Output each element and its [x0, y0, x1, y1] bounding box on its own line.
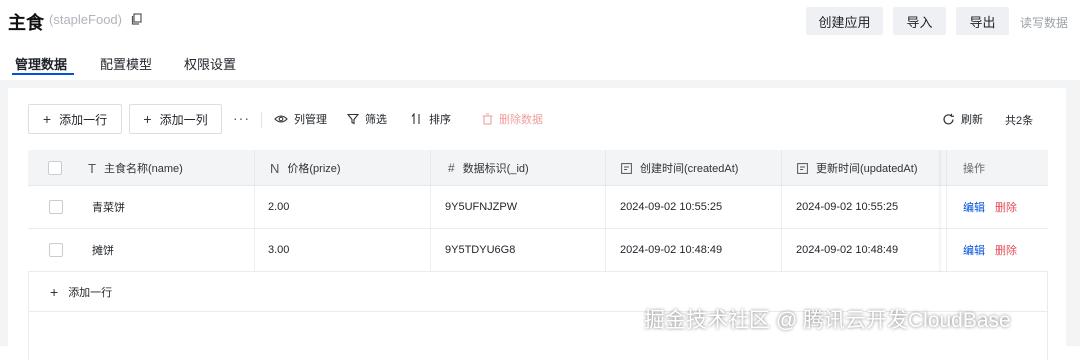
filter-icon — [347, 113, 359, 125]
column-header-label: 价格(prize) — [287, 163, 341, 175]
add-row-footer-label: 添加一行 — [68, 286, 113, 299]
row-actions: 编辑 删除 — [963, 229, 1017, 271]
column-header-actions: 操作 — [963, 150, 985, 186]
plus-icon: + — [42, 111, 52, 127]
collection-id: (stapleFood) — [49, 12, 122, 27]
column-header-created[interactable]: 创建时间(createdAt) — [621, 150, 738, 186]
refresh-label: 刷新 — [961, 114, 983, 126]
copy-icon[interactable] — [131, 13, 143, 25]
calendar-icon — [797, 162, 808, 174]
more-options-icon[interactable]: ··· — [233, 110, 250, 126]
number-type-icon: N — [270, 160, 280, 176]
add-column-label: 添加一列 — [159, 112, 208, 127]
export-button[interactable]: 导出 — [956, 7, 1009, 35]
edit-link[interactable]: 编辑 — [963, 242, 985, 258]
cell-divider — [430, 186, 431, 228]
cell-name[interactable]: 摊饼 — [92, 229, 114, 271]
column-header-label: 操作 — [963, 163, 985, 175]
column-header-id[interactable]: # 数据标识(_id) — [448, 150, 529, 186]
column-header-label: 更新时间(updatedAt) — [816, 163, 918, 175]
create-app-button[interactable]: 创建应用 — [806, 7, 883, 35]
delete-data-label: 删除数据 — [499, 114, 543, 126]
column-divider — [605, 150, 606, 186]
column-header-label: 创建时间(createdAt) — [640, 163, 739, 175]
sort-icon — [411, 113, 420, 124]
eye-icon — [274, 115, 288, 123]
delete-link[interactable]: 删除 — [995, 242, 1017, 258]
cell-created[interactable]: 2024-09-02 10:55:25 — [620, 186, 722, 228]
page-header: 主食 (stapleFood) 创建应用 导入 导出 读写数据 — [0, 0, 1080, 44]
column-divider — [781, 150, 782, 186]
cell-divider — [605, 186, 606, 228]
delete-data-button[interactable]: 删除数据 — [482, 111, 543, 127]
table-row[interactable]: 青菜饼 2.00 9Y5UFNJZPW 2024-09-02 10:55:25 … — [28, 186, 1048, 229]
active-tab-indicator — [12, 73, 74, 75]
permission-label: 读写数据 — [1020, 16, 1069, 30]
hash-icon: # — [448, 161, 455, 175]
edit-link[interactable]: 编辑 — [963, 199, 985, 215]
toolbar-divider — [261, 112, 262, 128]
column-manage-label: 列管理 — [294, 114, 327, 126]
table-row[interactable]: 摊饼 3.00 9Y5TDYU6G8 2024-09-02 10:48:49 2… — [28, 229, 1048, 272]
page-title: 主食 — [8, 13, 44, 33]
tab-manage-data[interactable]: 管理数据 — [15, 54, 67, 73]
row-checkbox[interactable] — [49, 243, 63, 257]
tab-bar: 管理数据 配置模型 权限设置 — [0, 52, 1080, 76]
select-all-cell — [48, 150, 62, 186]
cell-updated[interactable]: 2024-09-02 10:48:49 — [796, 229, 898, 271]
cell-divider — [254, 229, 255, 271]
select-all-checkbox[interactable] — [48, 161, 62, 175]
column-header-updated[interactable]: 更新时间(updatedAt) — [797, 150, 917, 186]
filter-button[interactable]: 筛选 — [347, 111, 387, 127]
tab-config-model[interactable]: 配置模型 — [100, 54, 152, 73]
cell-divider — [781, 186, 782, 228]
cell-divider — [254, 186, 255, 228]
table-toolbar: + 添加一行 + 添加一列 ··· 列管理 筛选 排序 删除数据 刷新 共2条 — [8, 104, 1066, 136]
record-count: 共2条 — [1005, 115, 1034, 127]
delete-link[interactable]: 删除 — [995, 199, 1017, 215]
row-checkbox[interactable] — [49, 200, 63, 214]
cell-divider — [605, 229, 606, 271]
row-select-cell — [49, 229, 63, 271]
text-type-icon: T — [88, 160, 96, 176]
column-header-label: 数据标识(_id) — [462, 163, 529, 175]
watermark-text: 掘金技术社区 @ 腾讯云开发CloudBase — [644, 309, 1011, 332]
sort-button[interactable]: 排序 — [411, 111, 451, 127]
cell-divider — [946, 229, 947, 271]
refresh-button[interactable]: 刷新 — [942, 111, 983, 127]
cell-divider — [946, 186, 947, 228]
cell-prize[interactable]: 2.00 — [268, 186, 289, 228]
column-header-prize[interactable]: N 价格(prize) — [270, 150, 341, 186]
cell-divider — [430, 229, 431, 271]
cell-created[interactable]: 2024-09-02 10:48:49 — [620, 229, 722, 271]
cell-prize[interactable]: 3.00 — [268, 229, 289, 271]
refresh-icon — [943, 113, 954, 124]
add-row-label: 添加一行 — [59, 112, 108, 127]
calendar-icon — [621, 162, 632, 174]
column-header-name[interactable]: T 主食名称(name) — [88, 150, 183, 186]
column-header-label: 主食名称(name) — [103, 163, 183, 175]
cell-id[interactable]: 9Y5TDYU6G8 — [445, 229, 515, 271]
column-divider — [254, 150, 255, 186]
add-column-button[interactable]: + 添加一列 — [129, 104, 222, 134]
column-manage-button[interactable]: 列管理 — [274, 111, 327, 127]
filter-label: 筛选 — [365, 114, 387, 126]
tab-permission-settings[interactable]: 权限设置 — [184, 54, 236, 73]
import-button[interactable]: 导入 — [893, 7, 946, 35]
trash-icon — [482, 113, 493, 125]
cell-updated[interactable]: 2024-09-02 10:55:25 — [796, 186, 898, 228]
column-divider — [430, 150, 431, 186]
sort-label: 排序 — [429, 114, 451, 126]
fixed-column-shadow — [939, 150, 942, 272]
row-actions: 编辑 删除 — [963, 186, 1017, 228]
cell-divider — [781, 229, 782, 271]
column-divider — [946, 150, 947, 186]
plus-icon: + — [143, 111, 152, 127]
add-row-button[interactable]: + 添加一行 — [28, 104, 122, 134]
row-select-cell — [49, 186, 63, 228]
cell-id[interactable]: 9Y5UFNJZPW — [445, 186, 517, 228]
plus-icon: + — [50, 283, 59, 300]
cell-name[interactable]: 青菜饼 — [92, 186, 125, 228]
table-header: T 主食名称(name) N 价格(prize) # 数据标识(_id) 创建时… — [28, 150, 1048, 186]
